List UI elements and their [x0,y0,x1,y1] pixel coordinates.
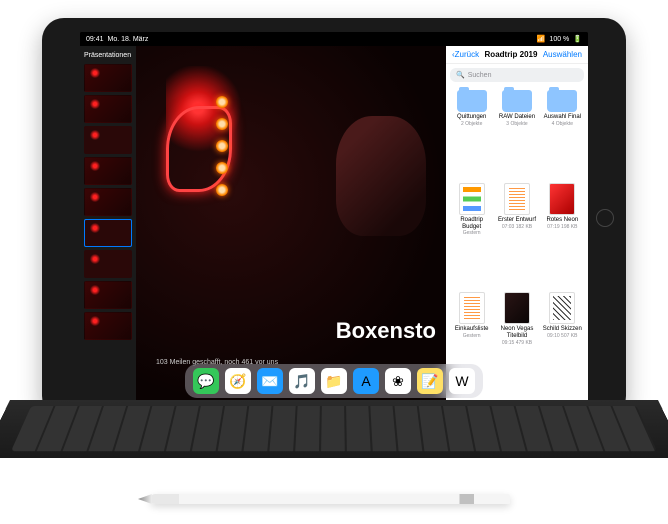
search-input[interactable]: 🔍 Suchen [450,68,584,82]
file-meta: Gestern [463,333,481,339]
file-meta: 3 Objekte [506,121,527,127]
ipad-device: 09:41 Mo. 18. März 📶 100 % 🔋 Neon Tour –… [42,18,626,418]
folder-icon [502,90,532,112]
document-icon [459,183,485,215]
file-meta: 07:19 198 KB [547,224,577,230]
file-name: Schild Skizzen [543,326,582,333]
slide-thumb[interactable] [84,312,132,340]
file-item[interactable]: Schild Skizzen09:10 507 KB [541,292,584,400]
slides-sidebar[interactable]: Präsentationen [80,46,136,404]
file-item[interactable]: Roadtrip BudgetGestern [450,183,493,291]
slide-thumb[interactable] [84,188,132,216]
file-meta: 09:10 507 KB [547,333,577,339]
home-button[interactable] [596,209,614,227]
sidebar-title: Präsentationen [84,50,132,61]
back-button[interactable]: ‹Zurück [452,50,479,59]
dock: 💬🧭✉️🎵📁A❀📝W [185,364,483,398]
file-item[interactable]: Rotes Neon07:19 198 KB [541,183,584,291]
file-name: Rotes Neon [546,217,578,224]
file-meta: 09:15 479 KB [502,340,532,346]
slide-thumb[interactable] [84,250,132,278]
panel-title: Roadtrip 2019 [485,50,538,59]
status-date: Mo. 18. März [108,36,149,43]
status-bar: 09:41 Mo. 18. März 📶 100 % 🔋 [80,32,588,46]
folder-icon [457,90,487,112]
file-name: Erster Entwurf [498,217,536,224]
dock-app-messages[interactable]: 💬 [193,368,219,394]
file-name: Einkaufsliste [455,326,489,333]
dock-app-files[interactable]: 📁 [321,368,347,394]
battery-pct: 100 % [549,36,569,43]
folder-icon [547,90,577,112]
file-meta: 4 Objekte [552,121,573,127]
dock-app-photos[interactable]: ❀ [385,368,411,394]
status-time: 09:41 [86,36,104,43]
file-name: Auswahl Final [544,114,581,121]
slide-thumb[interactable] [84,95,132,123]
document-icon [549,183,575,215]
battery-icon: 🔋 [573,35,582,43]
dock-app-notes[interactable]: 📝 [417,368,443,394]
neon-sign-graphic [166,66,246,206]
file-name: Quittungen [457,114,486,121]
smart-keyboard [0,400,668,458]
file-item[interactable]: Erster Entwurf07:03 182 KB [495,183,538,291]
dock-app-appstore[interactable]: A [353,368,379,394]
document-icon [549,292,575,324]
select-button[interactable]: Auswählen [543,50,582,59]
file-meta: 2 Objekte [461,121,482,127]
apple-pencil [150,494,510,504]
file-item[interactable]: RAW Dateien3 Objekte [495,90,538,181]
slide-thumb[interactable] [84,126,132,154]
dock-app-music[interactable]: 🎵 [289,368,315,394]
slide-thumb[interactable] [84,64,132,92]
slide-thumb[interactable] [84,157,132,185]
document-icon [504,292,530,324]
slide-thumb[interactable] [84,281,132,309]
screen-bezel: 09:41 Mo. 18. März 📶 100 % 🔋 Neon Tour –… [80,32,588,404]
file-item[interactable]: Quittungen2 Objekte [450,90,493,181]
light-bulbs [216,96,228,196]
document-icon [459,292,485,324]
dock-app-safari[interactable]: 🧭 [225,368,251,394]
wifi-icon: 📶 [537,35,546,43]
panel-header: ‹Zurück Roadtrip 2019 Auswählen [446,46,588,64]
file-meta: 07:03 182 KB [502,224,532,230]
search-icon: 🔍 [456,71,465,79]
file-name: Neon Vegas Titelbild [496,326,538,339]
keynote-editor: Neon Tour – März 2019 Präsentationen [80,46,446,404]
file-item[interactable]: Auswahl Final4 Objekte [541,90,584,181]
search-placeholder: Suchen [468,72,492,79]
files-panel: ‹Zurück Roadtrip 2019 Auswählen 🔍 Suchen… [446,46,588,404]
slide-thumb-selected[interactable] [84,219,132,247]
dock-app-mail[interactable]: ✉️ [257,368,283,394]
dock-app-word[interactable]: W [449,368,475,394]
file-meta: Gestern [463,230,481,236]
document-icon [504,183,530,215]
slide-canvas[interactable]: Boxensto 103 Meilen geschafft, noch 461 … [136,46,446,404]
slide-headline[interactable]: Boxensto [336,318,436,344]
file-name: Roadtrip Budget [451,217,493,230]
person-photo [336,116,426,236]
file-name: RAW Dateien [499,114,535,121]
file-item[interactable]: Neon Vegas Titelbild09:15 479 KB [495,292,538,400]
files-grid: Quittungen2 ObjekteRAW Dateien3 ObjekteA… [446,86,588,404]
